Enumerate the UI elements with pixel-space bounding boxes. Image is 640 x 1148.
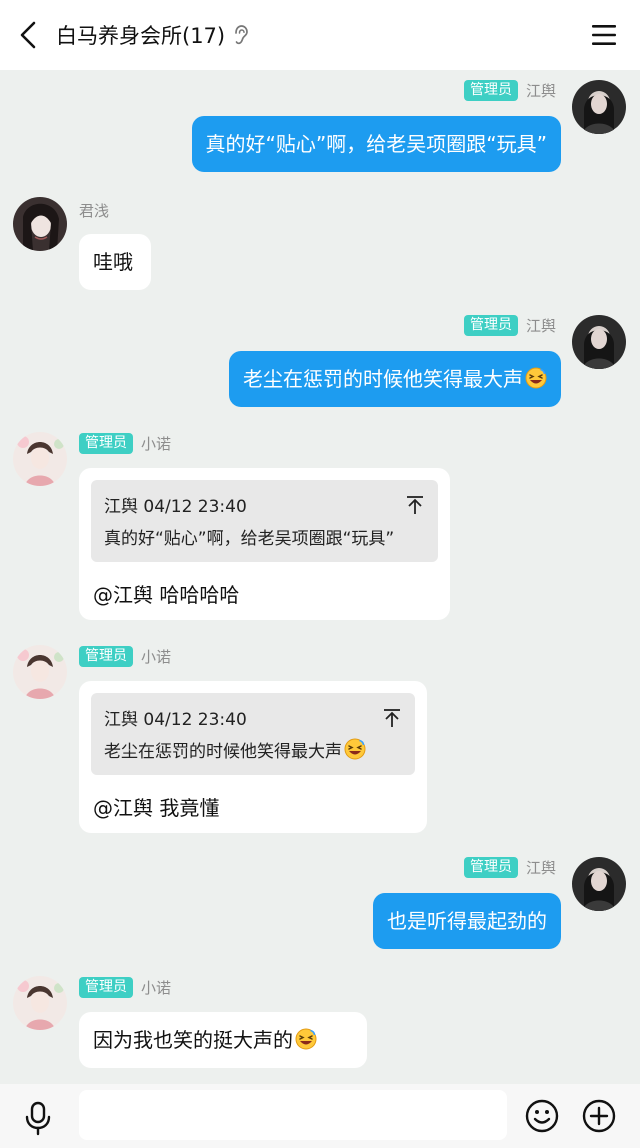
reply-bubble[interactable]: 江舆 04/12 23:40 老尘在惩罚的时候他笑得最大声 @江舆 我竟懂 xyxy=(79,681,427,833)
title-group[interactable]: 白马养身会所(17) xyxy=(56,18,249,52)
menu-button[interactable] xyxy=(590,21,618,49)
message-bubble[interactable]: 真的好“贴心”啊，给老吴项圈跟“玩具” xyxy=(191,116,561,172)
sender-meta: 管理员 小诺 xyxy=(79,646,171,667)
admin-badge: 管理员 xyxy=(463,315,518,336)
quote-text-wrap: 老尘在惩罚的时候他笑得最大声 xyxy=(104,737,366,762)
sender-meta: 君浅 xyxy=(79,200,109,221)
grinning-squint-emoji-icon xyxy=(525,367,547,389)
message-text: 老尘在惩罚的时候他笑得最大声 xyxy=(243,367,523,391)
sender-meta: 管理员 小诺 xyxy=(79,977,171,998)
message-text: @江舆 我竟懂 xyxy=(93,796,220,820)
message-bubble[interactable]: 也是听得最起劲的 xyxy=(373,893,561,949)
message-outgoing: 管理员 江舆 也是听得最起劲的 xyxy=(0,853,640,953)
admin-badge: 管理员 xyxy=(79,433,133,454)
microphone-icon[interactable] xyxy=(20,1100,56,1136)
reply-bubble[interactable]: 江舆 04/12 23:40 真的好“贴心”啊，给老吴项圈跟“玩具” @江舆 哈… xyxy=(79,468,450,620)
sender-name: 君浅 xyxy=(79,202,110,220)
plus-circle-icon[interactable] xyxy=(581,1098,617,1134)
avatar[interactable] xyxy=(13,432,67,486)
message-incoming: 管理员 小诺 江舆 04/12 23:40 真的好“贴心”啊，给老吴项圈跟“玩具… xyxy=(0,428,640,628)
chevron-left-icon xyxy=(20,21,36,49)
hamburger-menu-icon xyxy=(592,25,616,45)
message-text: 哇哦 xyxy=(93,250,133,274)
message-incoming: 管理员 小诺 江舆 04/12 23:40 老尘在惩罚的时候他笑得最大声 @江舆… xyxy=(0,641,640,841)
message-text: 真的好“贴心”啊，给老吴项圈跟“玩具” xyxy=(205,132,547,156)
quote-text: 老尘在惩罚的时候他笑得最大声 xyxy=(104,742,342,762)
admin-badge: 管理员 xyxy=(79,977,133,998)
grinning-squint-emoji-icon xyxy=(295,1028,317,1050)
sender-name: 小诺 xyxy=(141,979,172,997)
message-text: @江舆 哈哈哈哈 xyxy=(93,583,240,607)
sender-name: 小诺 xyxy=(141,435,172,453)
avatar[interactable] xyxy=(572,80,626,134)
chat-header: 白马养身会所(17) xyxy=(0,0,640,70)
quote-text: 真的好“贴心”啊，给老吴项圈跟“玩具” xyxy=(104,529,395,549)
back-button[interactable] xyxy=(14,18,42,52)
admin-badge: 管理员 xyxy=(463,80,518,101)
avatar[interactable] xyxy=(13,976,67,1030)
smiley-icon[interactable] xyxy=(524,1098,560,1134)
message-outgoing: 管理员 江舆 真的好“贴心”啊，给老吴项圈跟“玩具” xyxy=(0,76,640,176)
admin-badge: 管理员 xyxy=(79,646,133,667)
avatar[interactable] xyxy=(13,197,67,251)
ear-icon xyxy=(233,24,249,46)
quoted-message[interactable]: 江舆 04/12 23:40 老尘在惩罚的时候他笑得最大声 xyxy=(91,693,415,775)
jump-to-original-icon[interactable] xyxy=(381,707,403,729)
quote-author-time: 江舆 04/12 23:40 xyxy=(104,710,247,730)
group-title: 白马养身会所(17) xyxy=(56,24,226,48)
sender-name: 小诺 xyxy=(141,648,172,666)
admin-badge: 管理员 xyxy=(463,857,518,878)
message-bubble[interactable]: 哇哦 xyxy=(79,234,151,290)
message-input[interactable] xyxy=(79,1090,507,1140)
avatar[interactable] xyxy=(13,645,67,699)
sender-name: 江舆 xyxy=(525,859,556,877)
message-text: 因为我也笑的挺大声的 xyxy=(93,1028,293,1052)
grinning-squint-emoji-icon xyxy=(344,738,366,760)
sender-name: 江舆 xyxy=(525,82,556,100)
quoted-message[interactable]: 江舆 04/12 23:40 真的好“贴心”啊，给老吴项圈跟“玩具” xyxy=(91,480,438,562)
sender-name: 江舆 xyxy=(525,317,556,335)
sender-meta: 管理员 江舆 xyxy=(463,315,556,336)
avatar[interactable] xyxy=(572,315,626,369)
message-text: 也是听得最起劲的 xyxy=(387,909,547,933)
sender-meta: 管理员 江舆 xyxy=(463,857,556,878)
input-bar xyxy=(0,1084,640,1148)
message-bubble[interactable]: 因为我也笑的挺大声的 xyxy=(79,1012,367,1068)
message-bubble[interactable]: 老尘在惩罚的时候他笑得最大声 xyxy=(229,351,561,407)
message-incoming: 管理员 小诺 因为我也笑的挺大声的 xyxy=(0,972,640,1072)
avatar[interactable] xyxy=(572,857,626,911)
sender-meta: 管理员 江舆 xyxy=(463,80,556,101)
message-incoming: 君浅 哇哦 xyxy=(0,194,640,294)
jump-to-original-icon[interactable] xyxy=(404,494,426,516)
message-outgoing: 管理员 江舆 老尘在惩罚的时候他笑得最大声 xyxy=(0,311,640,411)
sender-meta: 管理员 小诺 xyxy=(79,433,171,454)
quote-author-time: 江舆 04/12 23:40 xyxy=(104,497,247,517)
